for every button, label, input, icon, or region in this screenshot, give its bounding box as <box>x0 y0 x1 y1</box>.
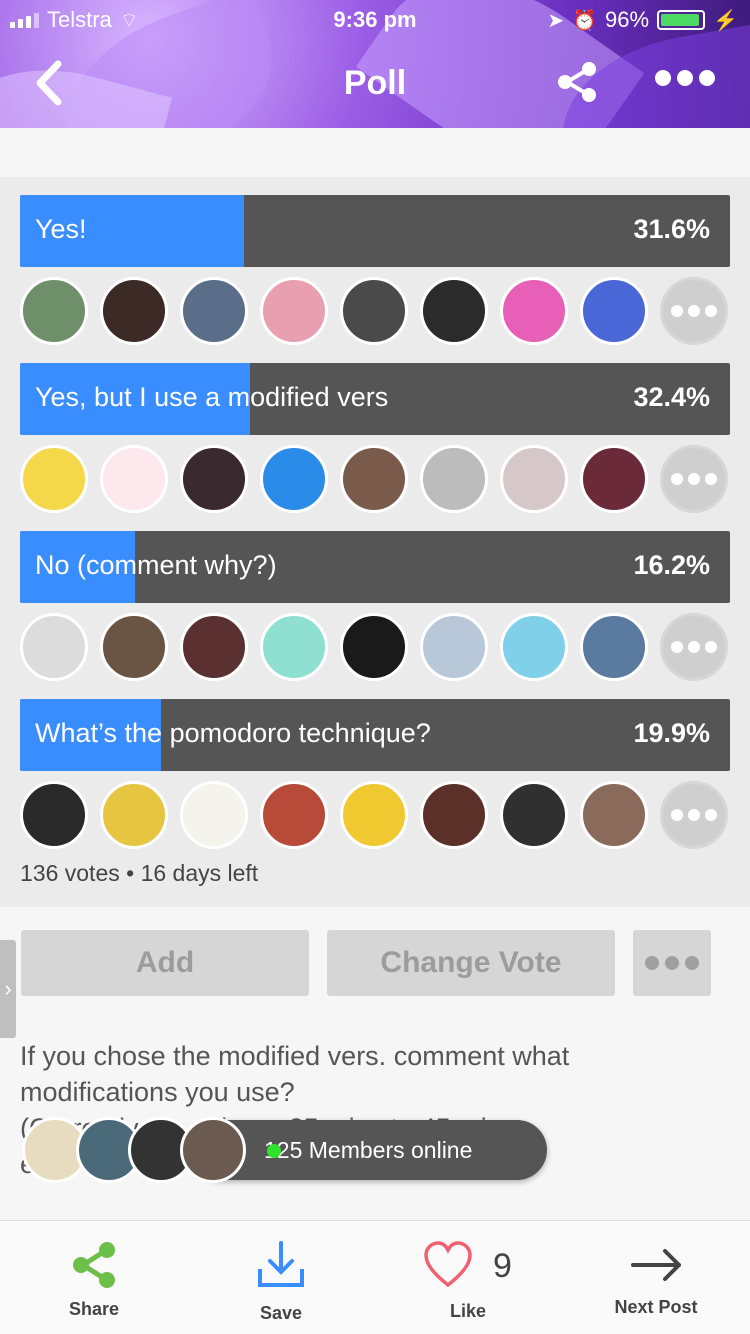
next-post-label: Next Post <box>614 1297 698 1317</box>
voter-avatar[interactable] <box>100 781 168 849</box>
status-right: ➤ ⏰ 96% ⚡ <box>547 7 738 33</box>
more-voters-button[interactable] <box>660 445 728 513</box>
voter-avatar[interactable] <box>180 277 248 345</box>
voter-avatar[interactable] <box>20 277 88 345</box>
save-label: Save <box>259 1303 303 1323</box>
voter-avatar[interactable] <box>580 781 648 849</box>
poll-summary: 136 votes • 16 days left <box>20 860 259 886</box>
like-count: 9 <box>493 1247 512 1285</box>
battery-icon <box>657 10 706 30</box>
battery-percent: 96% <box>605 7 650 32</box>
voter-avatar[interactable] <box>340 445 408 513</box>
bottom-nav: Share Save Like 9 Next Post <box>0 1220 750 1334</box>
poll-option[interactable]: Yes, but I use a modified vers 32.4% <box>20 363 730 435</box>
share-button[interactable] <box>555 60 599 104</box>
voter-avatar[interactable] <box>20 613 88 681</box>
voter-avatar[interactable] <box>420 445 488 513</box>
heart-icon <box>424 1241 472 1288</box>
poll-option-label: Yes, but I use a modified vers <box>35 382 389 412</box>
alarm-icon: ⏰ <box>572 9 598 32</box>
location-icon: ➤ <box>547 9 565 32</box>
voter-avatar[interactable] <box>180 781 248 849</box>
voter-avatar[interactable] <box>340 613 408 681</box>
voter-avatar[interactable] <box>500 445 568 513</box>
like-label: Like <box>449 1301 487 1321</box>
voter-avatar[interactable] <box>20 445 88 513</box>
more-voters-button[interactable] <box>660 613 728 681</box>
voter-avatars <box>20 277 728 345</box>
poll-option-percent: 19.9% <box>633 718 710 748</box>
members-online-text: 125 Members online <box>264 1136 473 1163</box>
content-strip <box>0 128 750 177</box>
poll-card: Yes! 31.6% Yes, but I use a modified ver… <box>0 177 750 907</box>
share-icon <box>558 62 596 102</box>
add-button[interactable]: Add <box>21 930 309 996</box>
poll-option-label: No (comment why?) <box>35 550 277 580</box>
voter-avatar[interactable] <box>260 781 328 849</box>
arrow-right-icon <box>631 1249 681 1281</box>
download-icon <box>258 1241 304 1287</box>
voter-avatar[interactable] <box>180 613 248 681</box>
share-label: Share <box>68 1299 120 1319</box>
more-voters-button[interactable] <box>660 277 728 345</box>
voter-avatar[interactable] <box>180 445 248 513</box>
voter-avatar[interactable] <box>260 277 328 345</box>
description-line: modifications you use? <box>20 1077 295 1107</box>
voter-avatar[interactable] <box>260 613 328 681</box>
poll-option-percent: 16.2% <box>633 550 710 580</box>
voter-avatar[interactable] <box>500 277 568 345</box>
more-voters-button[interactable] <box>660 781 728 849</box>
voter-avatars <box>20 613 728 681</box>
description-line: If you chose the modified vers. comment … <box>20 1041 570 1071</box>
charging-icon: ⚡ <box>713 9 738 32</box>
voter-avatar[interactable] <box>580 277 648 345</box>
voter-avatar[interactable] <box>580 613 648 681</box>
poll-option[interactable]: What’s the pomodoro technique? 19.9% <box>20 699 730 771</box>
page-title: Poll <box>343 64 407 102</box>
online-dot-icon <box>267 1144 281 1158</box>
voter-avatar[interactable] <box>340 277 408 345</box>
voter-avatar[interactable] <box>340 781 408 849</box>
voter-avatar[interactable] <box>260 445 328 513</box>
header: Telstra ⌔ 9:36 pm ➤ ⏰ 96% ⚡ Poll <box>0 0 750 128</box>
share-icon <box>73 1242 115 1288</box>
next-post-tab[interactable]: Next Post <box>586 1221 726 1334</box>
poll-option-percent: 31.6% <box>633 214 710 244</box>
voter-avatar[interactable] <box>420 781 488 849</box>
voter-avatar[interactable] <box>580 445 648 513</box>
like-tab[interactable]: Like <box>398 1221 538 1334</box>
members-online-bubble[interactable]: 125 Members online <box>22 1117 547 1183</box>
voter-avatar[interactable] <box>20 781 88 849</box>
more-dots-icon[interactable] <box>655 70 715 86</box>
poll-option[interactable]: Yes! 31.6% <box>20 195 730 267</box>
voter-avatar[interactable] <box>100 445 168 513</box>
poll-option[interactable]: No (comment why?) 16.2% <box>20 531 730 603</box>
voter-avatar[interactable] <box>420 613 488 681</box>
online-avatar[interactable] <box>180 1117 246 1183</box>
voter-avatar[interactable] <box>500 613 568 681</box>
side-drawer-tab[interactable]: › <box>0 940 16 1038</box>
more-options-button[interactable] <box>633 930 711 996</box>
save-tab[interactable]: Save <box>211 1221 351 1334</box>
voter-avatars <box>20 781 728 849</box>
voter-avatar[interactable] <box>420 277 488 345</box>
share-tab[interactable]: Share <box>24 1221 164 1334</box>
status-bar: Telstra ⌔ 9:36 pm ➤ ⏰ 96% ⚡ <box>0 0 750 40</box>
poll-option-label: What’s the pomodoro technique? <box>35 718 431 748</box>
voter-avatar[interactable] <box>100 613 168 681</box>
voter-avatar[interactable] <box>500 781 568 849</box>
voter-avatars <box>20 445 728 513</box>
poll-option-percent: 32.4% <box>633 382 710 412</box>
change-vote-button[interactable]: Change Vote <box>327 930 615 996</box>
voter-avatar[interactable] <box>100 277 168 345</box>
poll-option-label: Yes! <box>35 214 87 244</box>
